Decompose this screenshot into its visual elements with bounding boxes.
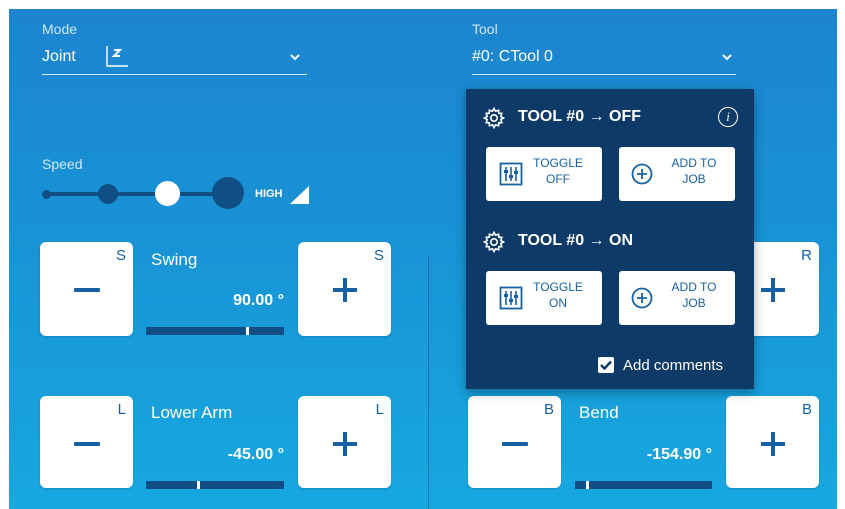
mode-value: Joint (42, 48, 76, 65)
add-to-job-off-button[interactable]: ADD TO JOB (619, 147, 735, 201)
column-divider (428, 256, 429, 509)
tool-popup: TOOL #0 → OFF i TOGGLE OFF ADD TO JOB TO… (466, 89, 754, 389)
bend-minus-button[interactable]: B (468, 396, 561, 488)
plus-icon (771, 432, 775, 456)
speed-track (44, 192, 240, 196)
lower-arm-axis-name: Lower Arm (151, 403, 233, 422)
tool-value: #0: CTool 0 (472, 48, 553, 65)
swing-axis-name: Swing (151, 250, 198, 269)
bend-position-marker (586, 481, 589, 489)
bend-axis-value: -154.90 ° (646, 446, 712, 463)
tool-off-title: TOOL #0 → OFF (518, 108, 641, 125)
swing-minus-button[interactable]: S (40, 242, 133, 336)
mode-select[interactable]: Joint (42, 42, 307, 75)
toggle-on-label: TOGGLE ON (520, 279, 596, 311)
mode-underline (42, 74, 307, 75)
add-to-job-on-label: ADD TO JOB (659, 279, 729, 311)
lower-arm-minus-button[interactable]: L (40, 396, 133, 488)
add-to-job-on-line1: ADD TO (671, 280, 717, 294)
plus-icon (771, 278, 775, 302)
speed-high-label: HIGH (255, 188, 283, 200)
toggle-off-line2: OFF (546, 172, 570, 186)
speed-label: Speed (42, 156, 83, 172)
swing-position-marker (246, 327, 249, 335)
info-icon[interactable]: i (718, 107, 738, 127)
speed-slider[interactable]: HIGH (42, 176, 312, 216)
toggle-off-button[interactable]: TOGGLE OFF (486, 147, 602, 201)
add-to-job-off-label: ADD TO JOB (659, 155, 729, 187)
lower-arm-axis-letter-plus: L (375, 401, 384, 418)
add-to-job-on-button[interactable]: ADD TO JOB (619, 271, 735, 325)
toggle-on-button[interactable]: TOGGLE ON (486, 271, 602, 325)
tool-underline (472, 74, 736, 75)
swing-position-bar (146, 327, 284, 335)
speed-level-4[interactable] (212, 177, 244, 209)
wrist-r-axis-letter: R (801, 247, 812, 264)
speed-wedge-icon (288, 183, 310, 210)
plus-icon (343, 432, 347, 456)
lower-arm-plus-button[interactable]: L (298, 396, 391, 488)
jog-panel: Mode Joint Tool #0: CTool 0 Speed HIGH S… (9, 9, 837, 509)
toggle-on-line2: ON (549, 296, 567, 310)
gear-icon (482, 106, 506, 134)
bend-axis-letter-plus: B (801, 401, 812, 418)
bend-position-bar (575, 481, 712, 489)
add-comments-checkbox[interactable]: Add comments (598, 355, 746, 377)
add-comments-label: Add comments (623, 357, 724, 374)
joint-axis-icon (102, 44, 132, 75)
add-circle-icon (631, 163, 653, 190)
minus-icon (74, 442, 100, 446)
tool-chevron-down-icon (720, 50, 734, 69)
tool-select[interactable]: #0: CTool 0 (472, 42, 736, 75)
swing-axis-letter: S (115, 247, 126, 264)
toggle-off-label: TOGGLE OFF (520, 155, 596, 187)
speed-level-2[interactable] (98, 184, 118, 204)
toggle-on-line1: TOGGLE (533, 280, 583, 294)
swing-plus-button[interactable]: S (298, 242, 391, 336)
tool-label: Tool (472, 21, 498, 37)
add-to-job-on-line2: JOB (682, 296, 706, 310)
checkbox-box[interactable] (598, 357, 614, 373)
mode-label: Mode (42, 21, 78, 37)
lower-arm-axis-letter: L (117, 401, 126, 418)
toggle-off-line1: TOGGLE (533, 156, 583, 170)
plus-icon (343, 278, 347, 302)
gear-icon (482, 230, 506, 258)
minus-icon (502, 442, 528, 446)
add-circle-icon (631, 287, 653, 314)
speed-level-3[interactable] (155, 181, 180, 206)
add-to-job-off-line1: ADD TO (671, 156, 717, 170)
mode-chevron-down-icon (288, 50, 302, 69)
minus-icon (74, 288, 100, 292)
lower-arm-axis-value: -45.00 ° (227, 446, 284, 463)
bend-plus-button[interactable]: B (726, 396, 819, 488)
add-to-job-off-line2: JOB (682, 172, 706, 186)
check-icon (600, 360, 612, 371)
swing-axis-value: 90.00 ° (233, 292, 284, 309)
swing-axis-letter-plus: S (373, 247, 384, 264)
bend-axis-name: Bend (579, 403, 619, 422)
speed-level-1[interactable] (42, 190, 51, 199)
tool-on-title: TOOL #0 → ON (518, 232, 633, 249)
bend-axis-letter: B (543, 401, 554, 418)
lower-arm-position-marker (197, 481, 200, 489)
lower-arm-position-bar (146, 481, 284, 489)
